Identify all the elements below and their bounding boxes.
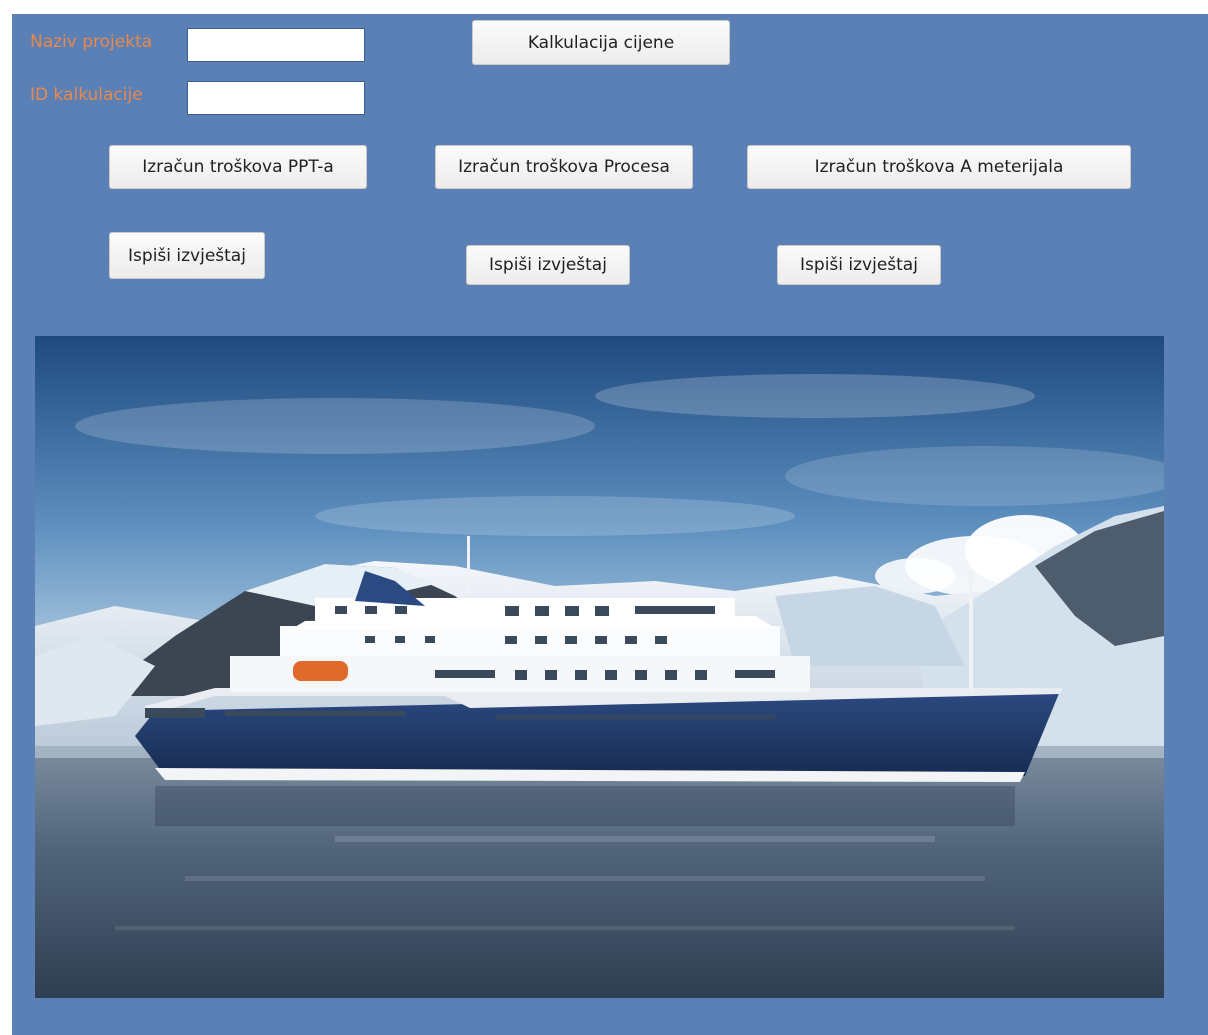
print-report-process-button[interactable]: Ispiši izvještaj	[466, 245, 630, 285]
calculation-form: Naziv projekta ID kalkulacije Kalkulacij…	[12, 14, 1208, 1035]
photo-icon	[35, 336, 1164, 998]
process-cost-button[interactable]: Izračun troškova Procesa	[435, 145, 693, 189]
calculation-id-label: ID kalkulacije	[30, 85, 143, 105]
ship-photo	[35, 336, 1164, 998]
a-material-cost-button[interactable]: Izračun troškova A meterijala	[747, 145, 1131, 189]
project-name-input[interactable]	[187, 28, 365, 62]
price-calculation-button[interactable]: Kalkulacija cijene	[472, 20, 730, 65]
print-report-material-button[interactable]: Ispiši izvještaj	[777, 245, 941, 285]
project-name-label: Naziv projekta	[30, 32, 153, 52]
print-report-ppt-button[interactable]: Ispiši izvještaj	[109, 232, 265, 279]
calculation-id-input[interactable]	[187, 81, 365, 115]
ppt-cost-button[interactable]: Izračun troškova PPT-a	[109, 145, 367, 189]
